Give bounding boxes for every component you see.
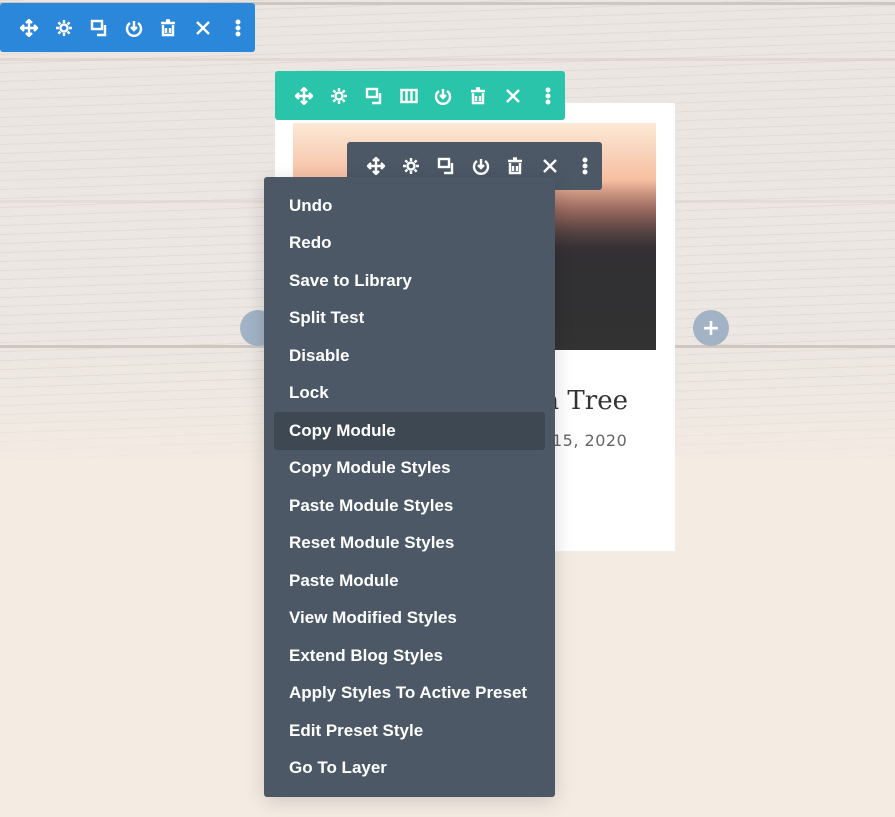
settings-icon[interactable] (322, 81, 357, 111)
menu-item-edit-preset-style[interactable]: Edit Preset Style (274, 712, 545, 750)
context-menu: Undo Redo Save to Library Split Test Disable… (264, 177, 555, 797)
menu-item-disable[interactable]: Disable (274, 337, 545, 375)
menu-item-copy-module-styles[interactable]: Copy Module Styles (274, 450, 545, 488)
duplicate-icon[interactable] (357, 81, 392, 111)
menu-item-redo[interactable]: Redo (274, 225, 545, 263)
menu-item-paste-module-styles[interactable]: Paste Module Styles (274, 487, 545, 525)
settings-icon[interactable] (47, 13, 82, 43)
delete-icon[interactable] (151, 13, 186, 43)
menu-item-save-to-library[interactable]: Save to Library (274, 262, 545, 300)
menu-item-lock[interactable]: Lock (274, 375, 545, 413)
menu-item-extend-blog-styles[interactable]: Extend Blog Styles (274, 637, 545, 675)
save-icon[interactable] (426, 81, 461, 111)
delete-icon[interactable] (461, 81, 496, 111)
menu-item-view-modified-styles[interactable]: View Modified Styles (274, 600, 545, 638)
menu-item-split-test[interactable]: Split Test (274, 300, 545, 338)
more-icon[interactable] (567, 151, 602, 181)
save-icon[interactable] (116, 13, 151, 43)
menu-item-go-to-layer[interactable]: Go To Layer (274, 750, 545, 788)
columns-icon[interactable] (391, 81, 426, 111)
move-icon[interactable] (287, 81, 322, 111)
row-toolbar (275, 71, 565, 120)
add-column-button[interactable]: + (693, 310, 729, 346)
more-icon[interactable] (220, 13, 255, 43)
section-toolbar (0, 3, 255, 52)
post-date: 15, 2020 (552, 431, 628, 450)
duplicate-icon[interactable] (81, 13, 116, 43)
move-icon[interactable] (12, 13, 47, 43)
menu-item-apply-styles-to-active-preset[interactable]: Apply Styles To Active Preset (274, 675, 545, 713)
more-icon[interactable] (530, 81, 565, 111)
close-icon[interactable] (496, 81, 531, 111)
menu-item-paste-module[interactable]: Paste Module (274, 562, 545, 600)
menu-item-reset-module-styles[interactable]: Reset Module Styles (274, 525, 545, 563)
close-icon[interactable] (186, 13, 221, 43)
menu-item-undo[interactable]: Undo (274, 187, 545, 225)
menu-item-copy-module[interactable]: Copy Module (274, 412, 545, 450)
